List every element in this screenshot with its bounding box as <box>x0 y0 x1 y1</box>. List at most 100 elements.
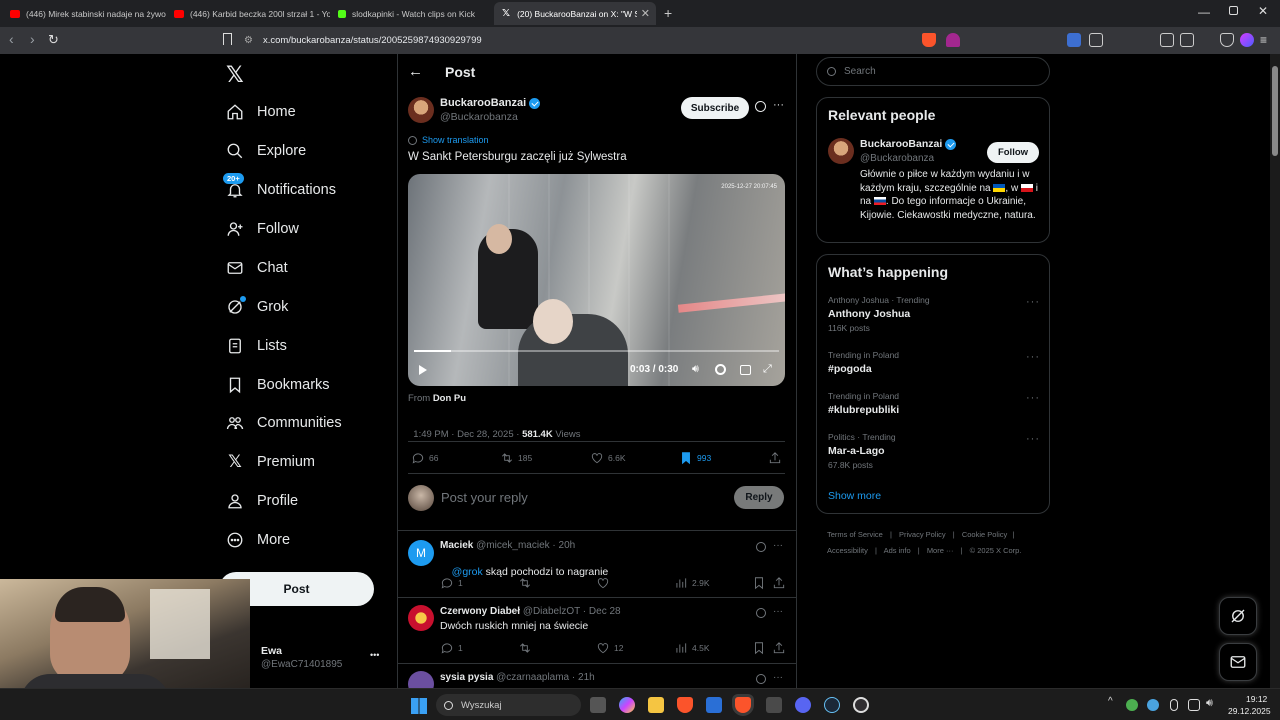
reply-reply-stat[interactable]: 1 <box>440 641 463 655</box>
menu-icon[interactable]: ≡ <box>1260 33 1267 47</box>
footer-link[interactable]: Privacy Policy <box>899 530 946 539</box>
reply-repost-stat[interactable] <box>518 576 536 590</box>
sidebar-item-grok[interactable]: Grok <box>225 290 288 324</box>
video-player[interactable]: 2025-12-27 20:07:45 0:03 / 0:30 🔊︎ ⤢ <box>408 174 785 386</box>
tray-chevron-icon[interactable]: ^ <box>1108 696 1113 707</box>
calculator-icon[interactable] <box>766 697 782 713</box>
sidebar-item-notifications[interactable]: 20+ Notifications <box>223 173 336 207</box>
pip-icon[interactable] <box>740 365 751 375</box>
relevant-name[interactable]: BuckarooBanzai <box>860 138 957 150</box>
clock-date[interactable]: 29.12.2025 <box>1228 706 1271 716</box>
search-box[interactable]: Search <box>816 57 1050 86</box>
tray-network-icon[interactable] <box>1188 699 1200 711</box>
reply-more-icon[interactable]: ··· <box>773 606 783 617</box>
wallet-icon[interactable] <box>1180 33 1194 47</box>
clock-time[interactable]: 19:12 <box>1246 694 1267 704</box>
grok-icon[interactable] <box>756 674 766 684</box>
reply-share-stat[interactable] <box>772 576 790 590</box>
reply-reply-stat[interactable]: 1 <box>440 576 463 590</box>
reply-stat[interactable]: 66 <box>411 451 438 465</box>
windows-start-icon[interactable] <box>411 698 427 714</box>
footer-link[interactable]: Ads info <box>884 546 911 555</box>
tray-volume-icon[interactable]: 🔊︎ <box>1206 697 1213 710</box>
grok-icon[interactable] <box>756 608 766 618</box>
sidebar-item-communities[interactable]: Communities <box>225 406 342 440</box>
grok-icon[interactable] <box>756 542 766 552</box>
sidebar-item-bookmarks[interactable]: Bookmarks <box>225 368 330 402</box>
reply-input[interactable]: Post your reply <box>441 490 721 505</box>
reply-name[interactable]: Maciek <box>440 540 473 551</box>
sidebar-item-premium[interactable]: 𝕏 Premium <box>225 445 315 479</box>
account-more-icon[interactable]: ••• <box>370 650 379 660</box>
trend-more-icon[interactable]: ··· <box>1026 433 1040 445</box>
taskbar-search[interactable]: Wyszukaj <box>436 694 581 716</box>
reply-avatar[interactable]: M <box>408 540 434 566</box>
back-arrow-icon[interactable]: ← <box>408 63 423 80</box>
task-view-icon[interactable] <box>590 697 606 713</box>
browser-tab-1[interactable]: (446) Mirek stabinski nadaje na żywo <box>2 2 166 25</box>
browser-tab-active[interactable]: 𝕏 (20) BuckarooBanzai on X: "W Sa ✕ <box>494 2 656 25</box>
tray-app-icon[interactable] <box>1126 699 1138 711</box>
browser-tab-2[interactable]: (446) Karbid beczka 200l strzał 1 - Yo <box>166 2 330 25</box>
reply-share-stat[interactable] <box>772 641 790 655</box>
trend-more-icon[interactable]: ··· <box>1026 296 1040 308</box>
reply-bookmark-stat[interactable] <box>752 641 770 655</box>
show-more-link[interactable]: Show more <box>828 490 881 502</box>
reply-bookmark-stat[interactable] <box>752 576 770 590</box>
fullscreen-icon[interactable]: ⤢ <box>763 363 772 376</box>
file-explorer-icon[interactable] <box>648 697 664 713</box>
show-translation-link[interactable]: Show translation <box>408 135 489 145</box>
trend-item[interactable]: Anthony Joshua · Trending Anthony Joshua… <box>828 295 1040 333</box>
steam-icon[interactable] <box>824 697 840 713</box>
sidebar-item-more[interactable]: More <box>225 523 290 557</box>
store-icon[interactable] <box>706 697 722 713</box>
trend-item[interactable]: Trending in Poland #klubrepubliki <box>828 391 1040 416</box>
author-handle[interactable]: @Buckarobanza <box>440 111 518 123</box>
grok-explain-icon[interactable] <box>755 101 766 112</box>
reply-more-icon[interactable]: ··· <box>773 540 783 551</box>
trend-item[interactable]: Trending in Poland #pogoda <box>828 350 1040 375</box>
extension-icon-1[interactable] <box>1067 33 1081 47</box>
sidebar-item-profile[interactable]: Profile <box>225 484 298 518</box>
url-field[interactable]: ⚙ x.com/buckarobanza/status/200525987493… <box>244 30 974 51</box>
x-logo-icon[interactable]: 𝕏 <box>226 62 244 88</box>
reply-item[interactable]: Czerwony Diabeł @DiabelzOT · Dec 28 Dwóc… <box>398 597 796 663</box>
reply-item[interactable]: sysia pysia @czarnaaplama · 21h ··· <box>398 663 796 688</box>
forward-icon[interactable]: › <box>30 31 35 47</box>
reply-name[interactable]: sysia pysia <box>440 672 493 683</box>
sidebar-icon[interactable] <box>1160 33 1174 47</box>
page-scrollbar[interactable] <box>1270 54 1280 688</box>
brave-icon[interactable] <box>677 697 693 713</box>
reply-avatar[interactable] <box>408 671 434 688</box>
footer-link[interactable]: Terms of Service <box>827 530 883 539</box>
reply-views-stat[interactable]: 4.5K <box>674 641 710 655</box>
reply-avatar[interactable] <box>408 605 434 631</box>
extensions-icon[interactable] <box>1089 33 1103 47</box>
vpn-icon[interactable] <box>1220 33 1234 47</box>
sidebar-item-explore[interactable]: Explore <box>225 134 306 168</box>
trend-more-icon[interactable]: ··· <box>1026 392 1040 404</box>
tray-mic-icon[interactable] <box>1170 699 1178 711</box>
brave-rewards-icon[interactable] <box>946 33 960 47</box>
reply-views-stat[interactable]: 2.9K <box>674 576 710 590</box>
reply-name[interactable]: Czerwony Diabeł <box>440 606 520 617</box>
subscribe-button[interactable]: Subscribe <box>681 97 749 119</box>
trend-more-icon[interactable]: ··· <box>1026 351 1040 363</box>
author-name[interactable]: BuckarooBanzai <box>440 97 541 109</box>
footer-link[interactable]: Accessibility <box>827 546 868 555</box>
share-stat[interactable] <box>768 451 786 465</box>
tweet-more-icon[interactable]: ··· <box>773 99 784 111</box>
footer-link[interactable]: More ··· <box>927 546 954 555</box>
video-progress-track[interactable] <box>414 350 779 352</box>
reply-like-stat[interactable]: 12 <box>596 641 623 655</box>
reply-like-stat[interactable] <box>596 576 614 590</box>
messages-float-button[interactable] <box>1219 643 1257 681</box>
repost-stat[interactable]: 185 <box>500 451 532 465</box>
new-tab-button[interactable]: + <box>664 5 672 21</box>
relevant-avatar[interactable] <box>828 138 854 164</box>
close-tab-icon[interactable]: ✕ <box>641 7 650 20</box>
discord-icon[interactable] <box>795 697 811 713</box>
leo-ai-icon[interactable] <box>1240 33 1254 47</box>
close-window-icon[interactable]: ✕ <box>1258 4 1268 18</box>
brave-shield-icon[interactable] <box>922 33 936 47</box>
